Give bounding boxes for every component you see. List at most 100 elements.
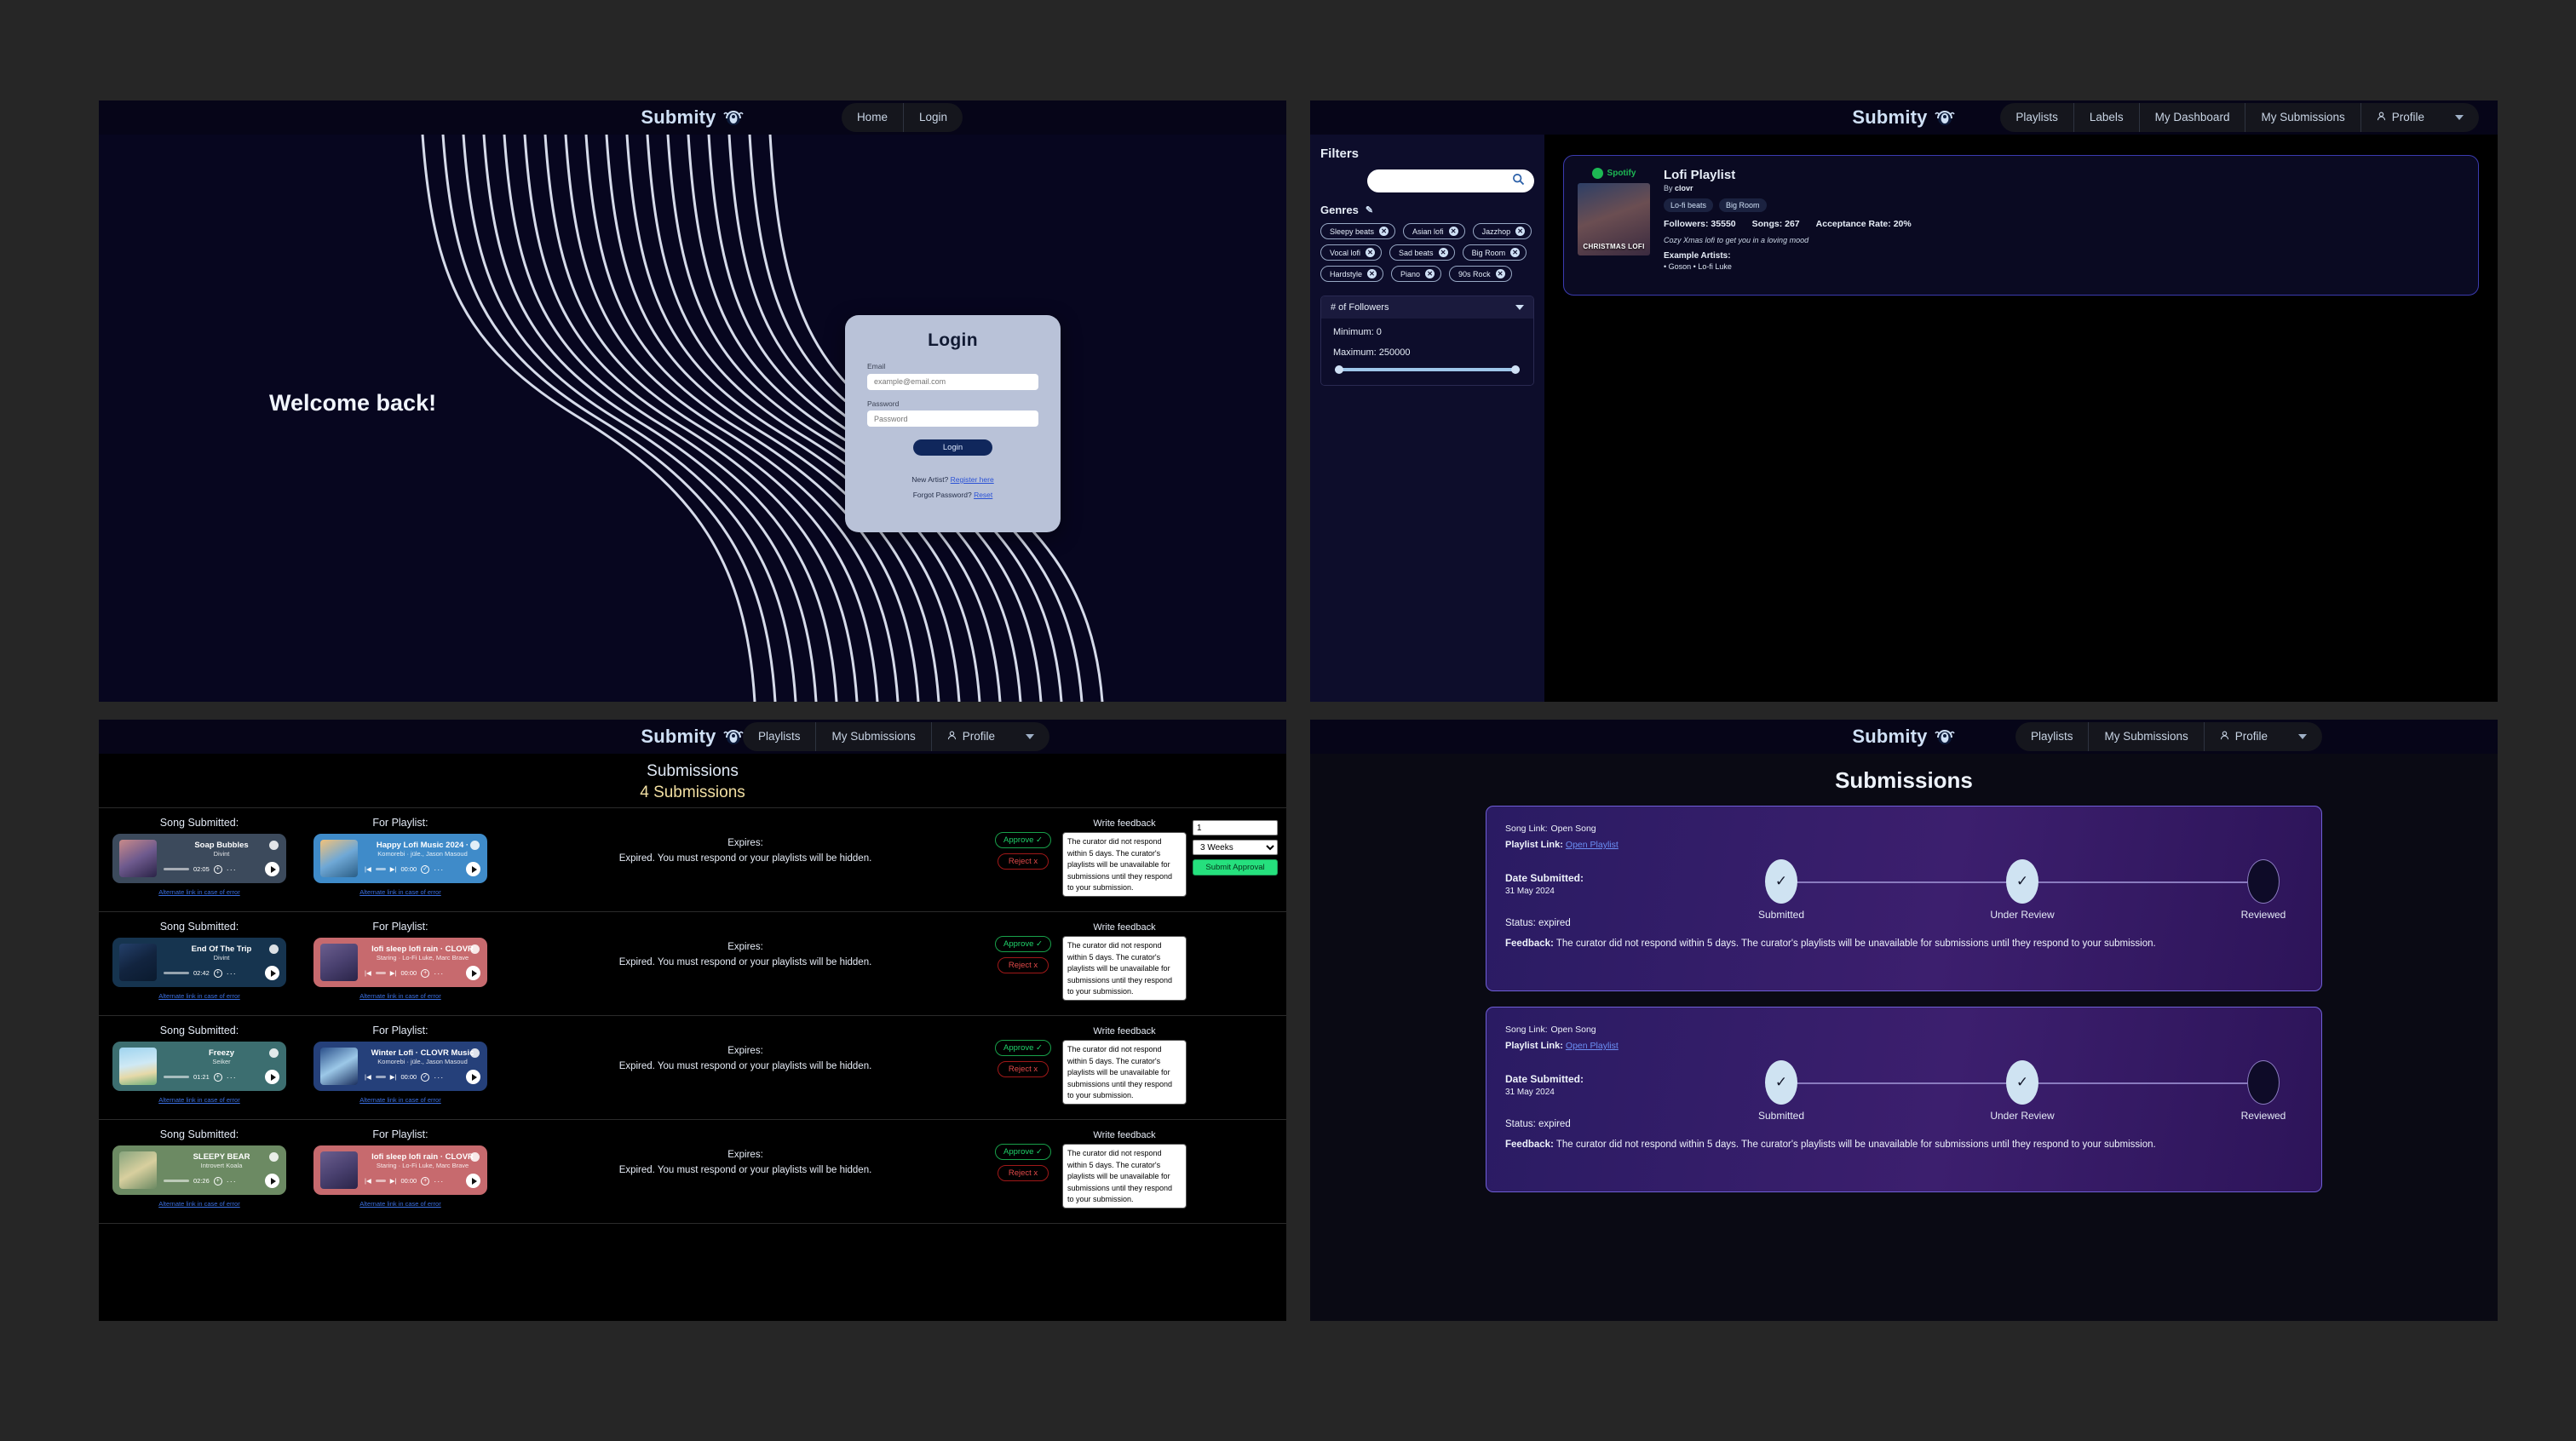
genre-chip[interactable]: Asian lofi ✕ [1403, 223, 1465, 239]
close-icon[interactable]: ✕ [1438, 248, 1448, 257]
pencil-icon[interactable]: ✎ [1366, 204, 1373, 215]
check-icon[interactable]: ✓ [421, 864, 430, 874]
play-button[interactable] [466, 966, 480, 980]
brand[interactable]: Submity [641, 106, 744, 129]
next-icon[interactable]: ▶| [390, 1177, 397, 1185]
previous-icon[interactable]: |◀ [365, 1073, 371, 1081]
add-icon[interactable]: + [421, 968, 430, 978]
feedback-textarea[interactable]: The curator did not respond within 5 day… [1062, 1040, 1187, 1105]
brand[interactable]: Submity [1852, 726, 1955, 748]
chevron-down-icon[interactable] [2298, 734, 2307, 739]
play-button[interactable] [466, 1070, 480, 1084]
nav-item-playlists[interactable]: Playlists [2015, 722, 2090, 751]
genre-chip[interactable]: Big Room ✕ [1462, 244, 1527, 261]
song-player-card[interactable]: Freezy Seiker 01:21 + ··· [112, 1042, 286, 1091]
progress-bar[interactable] [375, 972, 386, 974]
search-input[interactable] [1367, 169, 1534, 192]
quantity-input[interactable] [1193, 820, 1278, 835]
alternate-link[interactable]: Alternate link in case of error [99, 888, 300, 896]
register-link[interactable]: Register here [951, 475, 994, 484]
email-field[interactable] [867, 373, 1038, 390]
brand[interactable]: Submity [641, 726, 744, 748]
progress-bar[interactable] [164, 972, 189, 974]
slider-knob-max[interactable] [1511, 365, 1520, 374]
add-icon[interactable]: + [213, 864, 222, 874]
followers-range-slider[interactable] [1335, 365, 1520, 374]
genre-chip[interactable]: Hardstyle ✕ [1320, 266, 1384, 282]
play-button[interactable] [265, 1174, 279, 1188]
play-button[interactable] [466, 1174, 480, 1188]
approve-button[interactable]: Approve ✓ [995, 832, 1051, 848]
more-icon[interactable]: ··· [227, 1177, 237, 1186]
add-icon[interactable]: + [213, 1072, 222, 1082]
check-icon[interactable]: ✓ [421, 1072, 430, 1082]
previous-icon[interactable]: |◀ [365, 1177, 371, 1185]
player-controls[interactable]: 02:26 + ··· [164, 1174, 279, 1188]
play-button[interactable] [466, 862, 480, 876]
alternate-link[interactable]: Alternate link in case of error [300, 888, 501, 896]
alternate-link[interactable]: Alternate link in case of error [99, 992, 300, 1000]
next-icon[interactable]: ▶| [390, 1073, 397, 1081]
feedback-textarea[interactable]: The curator did not respond within 5 day… [1062, 936, 1187, 1001]
close-icon[interactable]: ✕ [1379, 227, 1389, 236]
previous-icon[interactable]: |◀ [365, 865, 371, 873]
player-controls[interactable]: |◀ ▶| 00:00 + ··· [365, 966, 480, 980]
reset-link[interactable]: Reset [974, 491, 992, 499]
chevron-down-icon[interactable] [1026, 734, 1034, 739]
play-button[interactable] [265, 966, 279, 980]
nav-item-profile[interactable]: Profile [932, 722, 1049, 751]
progress-bar[interactable] [164, 1076, 189, 1078]
nav-item-my-dashboard[interactable]: My Dashboard [2140, 103, 2246, 132]
genre-chip[interactable]: Vocal lofi ✕ [1320, 244, 1383, 261]
add-icon[interactable]: + [213, 1176, 222, 1186]
close-icon[interactable]: ✕ [1425, 269, 1435, 278]
approve-button[interactable]: Approve ✓ [995, 936, 1051, 952]
genre-chip[interactable]: 90s Rock ✕ [1449, 266, 1512, 282]
more-icon[interactable]: ··· [434, 865, 444, 874]
previous-icon[interactable]: |◀ [365, 969, 371, 977]
progress-bar[interactable] [164, 1180, 189, 1182]
reject-button[interactable]: Reject x [997, 853, 1049, 870]
chevron-down-icon[interactable] [1515, 305, 1524, 310]
player-controls[interactable]: |◀ ▶| 00:00 ✓ ··· [365, 1070, 480, 1084]
player-controls[interactable]: 01:21 + ··· [164, 1070, 279, 1084]
add-icon[interactable]: + [213, 968, 222, 978]
nav-item-my-submissions[interactable]: My Submissions [2089, 722, 2205, 751]
more-icon[interactable]: ··· [227, 969, 237, 978]
alternate-link[interactable]: Alternate link in case of error [300, 1096, 501, 1104]
nav-item-labels[interactable]: Labels [2074, 103, 2140, 132]
more-icon[interactable]: ··· [434, 969, 444, 978]
progress-bar[interactable] [375, 1076, 386, 1078]
next-icon[interactable]: ▶| [390, 865, 397, 873]
player-controls[interactable]: 02:42 + ··· [164, 966, 279, 980]
nav-item-home[interactable]: Home [842, 103, 904, 132]
song-link[interactable]: Open Song [1551, 1025, 1596, 1035]
close-icon[interactable]: ✕ [1366, 248, 1376, 257]
play-button[interactable] [265, 862, 279, 876]
duration-select[interactable]: 3 Weeks [1193, 840, 1278, 855]
player-controls[interactable]: 02:05 + ··· [164, 862, 279, 876]
nav-item-profile[interactable]: Profile [2205, 722, 2322, 751]
submit-approval-button[interactable]: Submit Approval [1193, 859, 1278, 876]
progress-bar[interactable] [375, 868, 386, 870]
alternate-link[interactable]: Alternate link in case of error [99, 1200, 300, 1208]
close-icon[interactable]: ✕ [1448, 227, 1458, 236]
player-controls[interactable]: |◀ ▶| 00:00 + ··· [365, 1174, 480, 1188]
reject-button[interactable]: Reject x [997, 957, 1049, 973]
player-controls[interactable]: |◀ ▶| 00:00 ✓ ··· [365, 862, 480, 876]
reject-button[interactable]: Reject x [997, 1165, 1049, 1181]
more-icon[interactable]: ··· [434, 1073, 444, 1082]
playlist-player-card[interactable]: Happy Lofi Music 2024 · Komorebi · jüle.… [313, 834, 487, 883]
more-icon[interactable]: ··· [434, 1177, 444, 1186]
feedback-textarea[interactable]: The curator did not respond within 5 day… [1062, 832, 1187, 897]
close-icon[interactable]: ✕ [1510, 248, 1521, 257]
playlist-player-card[interactable]: lofi sleep lofi rain · CLOVR Staring · L… [313, 1145, 487, 1195]
song-link[interactable]: Open Song [1551, 824, 1596, 834]
nav-item-login[interactable]: Login [904, 103, 963, 132]
approve-button[interactable]: Approve ✓ [995, 1040, 1051, 1056]
genre-chip[interactable]: Piano ✕ [1391, 266, 1442, 282]
nav-item-profile[interactable]: Profile [2361, 103, 2479, 132]
more-icon[interactable]: ··· [227, 865, 237, 874]
close-icon[interactable]: ✕ [1367, 269, 1377, 278]
playlist-player-card[interactable]: Winter Lofi · CLOVR Music Komorebi · jül… [313, 1042, 487, 1091]
